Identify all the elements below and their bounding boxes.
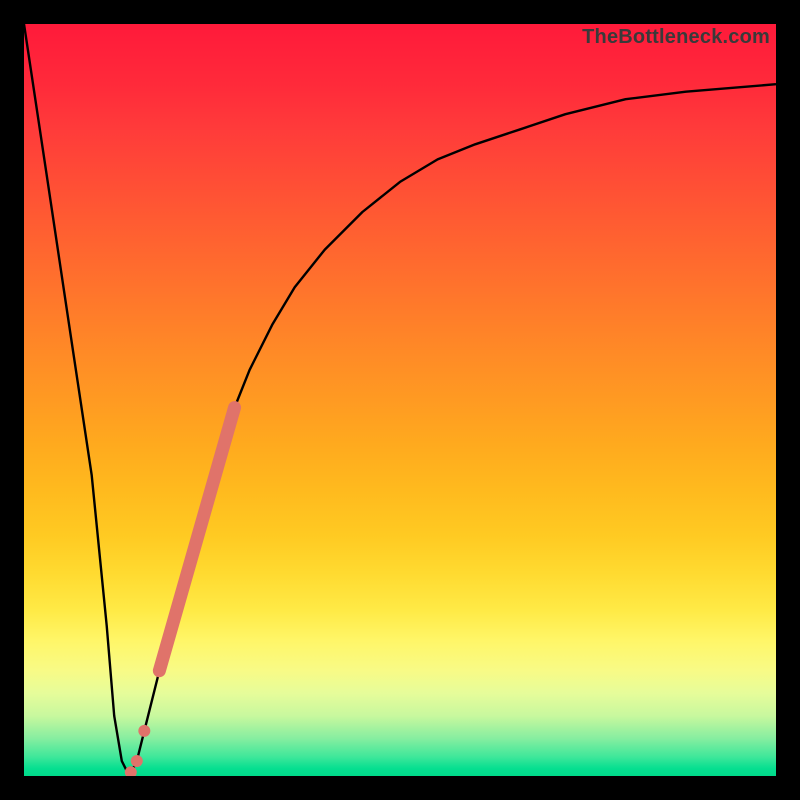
chart-frame: TheBottleneck.com: [0, 0, 800, 800]
chart-svg: [24, 24, 776, 776]
bottleneck-curve: [24, 24, 776, 776]
highlight-dots: [125, 725, 151, 776]
highlight-segment: [159, 408, 234, 671]
plot-area: TheBottleneck.com: [24, 24, 776, 776]
highlight-dot: [131, 755, 143, 767]
highlight-dot: [138, 725, 150, 737]
highlight-dot: [125, 766, 137, 776]
